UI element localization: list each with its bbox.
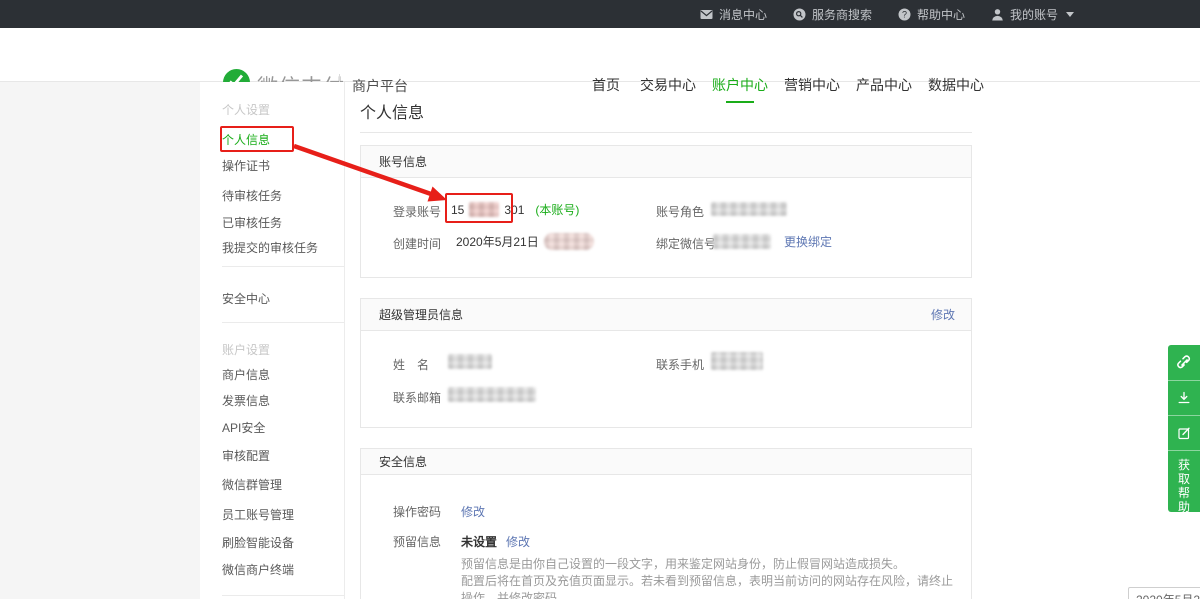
topbar-item-label: 消息中心 [719, 6, 767, 23]
bound-wechat-value: 更换绑定 [713, 233, 832, 250]
rebind-link[interactable]: 更换绑定 [784, 233, 832, 250]
super-admin-card: 超级管理员信息 修改 姓 名 联系手机 联系邮箱 [360, 298, 972, 428]
redacted-admin-email [448, 387, 536, 402]
sidebar-item-review-config[interactable]: 审核配置 [222, 447, 270, 464]
nav-account-center[interactable]: 账户中心 [712, 75, 768, 95]
active-nav-underline [726, 101, 754, 103]
admin-edit-link[interactable]: 修改 [931, 299, 955, 331]
operation-password-label: 操作密码 [393, 503, 441, 520]
account-info-card: 账号信息 登录账号 15301 (本账号) 账号角色 创建时间 2020年5月2… [360, 145, 972, 278]
topbar-item-message-center[interactable]: 消息中心 [700, 6, 767, 23]
admin-email-label: 联系邮箱 [393, 389, 441, 406]
sidebar-item-reviewed-tasks[interactable]: 已审核任务 [222, 214, 282, 231]
download-button[interactable] [1168, 380, 1200, 415]
topbar-item-label: 我的账号 [1010, 6, 1058, 23]
topbar-item-service-search[interactable]: 服务商搜索 [793, 6, 872, 23]
sidebar-section-personal-settings: 个人设置 [222, 101, 270, 118]
share-link-button[interactable] [1168, 345, 1200, 380]
feedback-button[interactable] [1168, 415, 1200, 450]
super-admin-card-header: 超级管理员信息 修改 [361, 299, 971, 331]
sidebar-divider [222, 266, 344, 267]
get-help-button[interactable]: 获取帮助 [1168, 450, 1200, 512]
created-time-value: 2020年5月21日 [456, 233, 594, 250]
header: 微信支付 商户平台 首页 交易中心 账户中心 营销中心 产品中心 数据中心 [0, 28, 1200, 82]
created-time-label: 创建时间 [393, 235, 441, 252]
topbar-item-label: 服务商搜索 [812, 6, 872, 23]
nav-product-center[interactable]: 产品中心 [856, 75, 912, 95]
note-line: 配置后将在首页及充值页面显示。若未看到预留信息，表明当前访问的网站存在风险，请终… [461, 573, 961, 599]
redacted-wechat-id [713, 234, 771, 249]
admin-phone-label: 联系手机 [656, 356, 704, 373]
note-line: 预留信息是由你自己设置的一段文字，用来鉴定网站身份，防止假冒网站造成损失。 [461, 556, 961, 573]
sidebar-divider [222, 595, 344, 596]
sidebar-divider [222, 322, 344, 323]
reserved-edit-link[interactable]: 修改 [506, 533, 530, 550]
topbar-item-my-account[interactable]: 我的账号 [991, 6, 1074, 23]
topbar-item-help-center[interactable]: ? 帮助中心 [898, 6, 965, 23]
edit-icon [1177, 426, 1191, 440]
login-account-value: 15301 (本账号) [451, 201, 579, 218]
sidebar-item-personal-info[interactable]: 个人信息 [222, 131, 270, 148]
wechat-pay-merchant-page: 消息中心 服务商搜索 ? 帮助中心 我的账号 微信支付 商户平台 首页 交易中心… [0, 0, 1200, 599]
floating-toolbar: 获取帮助 [1168, 345, 1200, 512]
account-info-card-header: 账号信息 [361, 146, 971, 178]
redacted-login-middle [469, 202, 499, 217]
redacted-created-time-part [544, 233, 594, 250]
search-icon [793, 8, 806, 21]
password-edit-link[interactable]: 修改 [461, 503, 485, 520]
sidebar-item-invoice-info[interactable]: 发票信息 [222, 392, 270, 409]
reserved-info-notes: 预留信息是由你自己设置的一段文字，用来鉴定网站身份，防止假冒网站造成损失。 配置… [461, 556, 961, 599]
nav-data-center[interactable]: 数据中心 [928, 75, 984, 95]
chevron-down-icon [1066, 12, 1074, 17]
sidebar: 个人设置 个人信息 操作证书 待审核任务 已审核任务 我提交的审核任务 安全中心… [200, 82, 345, 599]
page-title: 个人信息 [360, 99, 424, 123]
redacted-account-role [711, 202, 787, 216]
get-help-label: 获取帮助 [1178, 458, 1191, 512]
security-info-card: 安全信息 操作密码 修改 预留信息 未设置 修改 预留信息是由你自己设置的一段文… [360, 448, 972, 599]
svg-text:?: ? [902, 9, 907, 19]
help-icon: ? [898, 8, 911, 21]
nav-home[interactable]: 首页 [592, 75, 620, 95]
reserved-info-label: 预留信息 [393, 533, 441, 550]
current-account-tag: (本账号) [535, 201, 579, 218]
left-background-strip [0, 82, 200, 599]
card-title: 账号信息 [379, 146, 427, 178]
nav-marketing-center[interactable]: 营销中心 [784, 75, 840, 95]
mail-icon [700, 8, 713, 21]
download-icon [1177, 391, 1191, 405]
link-icon [1177, 355, 1192, 370]
sidebar-item-operation-certificate[interactable]: 操作证书 [222, 157, 270, 174]
security-info-card-header: 安全信息 [361, 449, 971, 475]
redacted-admin-phone [711, 352, 763, 370]
sidebar-item-api-security[interactable]: API安全 [222, 419, 265, 436]
sidebar-item-merchant-info[interactable]: 商户信息 [222, 366, 270, 383]
sidebar-item-my-submitted-tasks[interactable]: 我提交的审核任务 [222, 239, 318, 256]
sidebar-item-wechat-merchant-terminal[interactable]: 微信商户终端 [222, 561, 294, 578]
card-title: 安全信息 [379, 449, 427, 475]
sidebar-item-staff-account-management[interactable]: 员工账号管理 [222, 506, 294, 523]
card-title: 超级管理员信息 [379, 299, 463, 331]
sidebar-section-account-settings: 账户设置 [222, 341, 270, 358]
bound-wechat-label: 绑定微信号 [656, 235, 716, 252]
sidebar-item-pending-review-tasks[interactable]: 待审核任务 [222, 187, 282, 204]
portal-label: 商户平台 [352, 76, 408, 96]
sidebar-item-face-smart-device[interactable]: 刷脸智能设备 [222, 534, 294, 551]
sidebar-item-security-center[interactable]: 安全中心 [222, 290, 270, 307]
date-tooltip: 2020年5月22日 [1128, 587, 1200, 599]
redacted-admin-name [448, 354, 492, 369]
user-icon [991, 8, 1004, 21]
admin-name-label: 姓 名 [393, 356, 429, 373]
login-account-label: 登录账号 [393, 203, 441, 220]
account-role-label: 账号角色 [656, 203, 704, 220]
sidebar-item-wechat-group-management[interactable]: 微信群管理 [222, 476, 282, 493]
reserved-info-status: 未设置 [461, 533, 497, 550]
topbar: 消息中心 服务商搜索 ? 帮助中心 我的账号 [0, 0, 1200, 28]
title-divider [360, 132, 972, 133]
topbar-item-label: 帮助中心 [917, 6, 965, 23]
nav-transaction-center[interactable]: 交易中心 [640, 75, 696, 95]
